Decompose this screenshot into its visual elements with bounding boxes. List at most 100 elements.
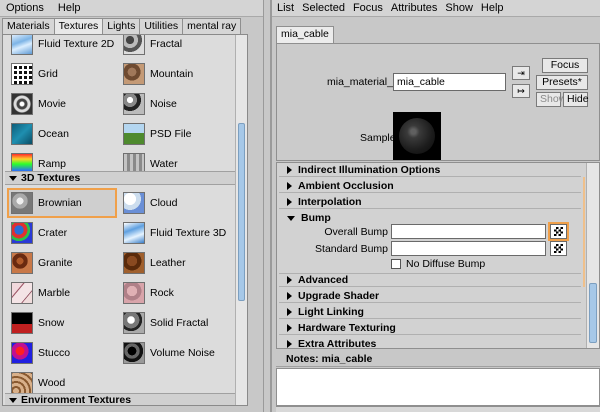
menu-selected[interactable]: Selected (302, 2, 345, 14)
tab-mia-cable[interactable]: mia_cable (276, 26, 334, 43)
section-bump[interactable]: Bump (279, 211, 581, 225)
texture-item-granite[interactable]: Granite (7, 248, 117, 278)
material-name-input[interactable] (393, 73, 506, 91)
texture-item-solidfractal[interactable]: Solid Fractal (119, 308, 229, 338)
texture-item-stucco[interactable]: Stucco (7, 338, 117, 368)
texture-item-noise[interactable]: Noise (119, 89, 229, 119)
left-menubar: Options Help (0, 0, 263, 17)
section-indirect-illumination[interactable]: Indirect Illumination Options (279, 163, 581, 177)
texture-item-fractal[interactable]: Fractal (119, 35, 229, 59)
presets-button[interactable]: Presets* (536, 75, 588, 90)
tab-materials[interactable]: Materials (2, 18, 55, 34)
menu-attributes[interactable]: Attributes (391, 2, 437, 14)
texture-item-leather[interactable]: Leather (119, 248, 229, 278)
texture-item-grid[interactable]: Grid (7, 59, 117, 89)
section-environment-label: Environment Textures (21, 394, 132, 406)
tab-utilities[interactable]: Utilities (139, 18, 184, 34)
overall-bump-field[interactable] (391, 224, 546, 239)
tab-textures[interactable]: Textures (53, 18, 104, 35)
grid-texture-icon (11, 63, 33, 85)
notes-textarea[interactable] (276, 368, 600, 406)
node-header: mia_material_x: ⇥ ↦ Focus Presets* Show … (276, 43, 600, 161)
texture-item-movie[interactable]: Movie (7, 89, 117, 119)
texture-item-marble[interactable]: Marble (7, 278, 117, 308)
attribute-editor-panel: List Selected Focus Attributes Show Help… (270, 0, 600, 412)
checker-map-icon (554, 227, 563, 236)
menu-help-right[interactable]: Help (481, 2, 504, 14)
standard-bump-field[interactable] (391, 241, 546, 256)
texture-item-label: Cloud (150, 197, 178, 209)
texture-item-label: Grid (38, 68, 58, 80)
texture-list[interactable]: Fluid Texture 2D Fractal Grid Mountain Movie… (2, 34, 248, 406)
texture-grid-3d: Brownian Cloud Crater Fluid Texture 3D Grani… (7, 188, 229, 398)
menu-help[interactable]: Help (58, 2, 81, 14)
section-interpolation[interactable]: Interpolation (279, 195, 581, 209)
section-label: Bump (301, 212, 331, 224)
section-environment-textures[interactable]: Environment Textures (5, 393, 245, 406)
no-diffuse-bump-checkbox[interactable] (391, 259, 401, 269)
section-extra-attributes[interactable]: Extra Attributes (279, 337, 581, 348)
texture-item-label: Noise (150, 98, 177, 110)
section-light-linking[interactable]: Light Linking (279, 305, 581, 319)
texture-item-rock[interactable]: Rock (119, 278, 229, 308)
attribute-scrollbar[interactable] (586, 163, 599, 348)
hide-button[interactable]: Hide (563, 92, 589, 107)
volnoise-texture-icon (123, 342, 145, 364)
attribute-scrollbar-thumb[interactable] (589, 283, 597, 343)
texture-item-psd[interactable]: PSD File (119, 119, 229, 149)
texture-item-fluid3d[interactable]: Fluid Texture 3D (119, 218, 229, 248)
overall-bump-map-button[interactable] (548, 222, 569, 241)
section-hardware-texturing[interactable]: Hardware Texturing (279, 321, 581, 335)
right-menubar: List Selected Focus Attributes Show Help (272, 0, 600, 17)
output-connections-icon[interactable]: ↦ (512, 84, 530, 98)
texture-item-label: Volume Noise (150, 347, 215, 359)
focus-button[interactable]: Focus (542, 58, 588, 73)
section-3d-label: 3D Textures (21, 172, 81, 184)
texture-item-ocean[interactable]: Ocean (7, 119, 117, 149)
tab-lights[interactable]: Lights (102, 18, 141, 34)
texture-item-label: Wood (38, 377, 66, 389)
material-type-label: mia_material_x: (327, 76, 402, 88)
input-connections-icon[interactable]: ⇥ (512, 66, 530, 80)
node-tabs: mia_cable (276, 26, 334, 43)
wood-texture-icon (11, 372, 33, 394)
material-sphere-icon (399, 118, 435, 154)
collapse-arrow-icon (287, 215, 295, 221)
texture-item-crater[interactable]: Crater (7, 218, 117, 248)
show-button[interactable]: Show (536, 92, 566, 107)
section-advanced[interactable]: Advanced (279, 273, 581, 287)
standard-bump-label: Standard Bump (315, 243, 388, 255)
menu-list[interactable]: List (277, 2, 294, 14)
section-ambient-occlusion[interactable]: Ambient Occlusion (279, 179, 581, 193)
texture-item-snow[interactable]: Snow (7, 308, 117, 338)
standard-bump-map-button[interactable] (550, 241, 567, 256)
no-diffuse-bump-label: No Diffuse Bump (406, 258, 486, 270)
menu-options[interactable]: Options (6, 2, 44, 14)
attribute-sections: Indirect Illumination Options Ambient Oc… (276, 162, 600, 349)
granite-texture-icon (11, 252, 33, 274)
expand-arrow-icon (287, 197, 292, 206)
section-3d-textures[interactable]: 3D Textures (5, 171, 245, 185)
collapse-arrow-icon (9, 175, 17, 181)
menu-show[interactable]: Show (445, 2, 473, 14)
section-label: Ambient Occlusion (298, 179, 394, 192)
texture-item-label: Mountain (150, 68, 194, 80)
notes-header: Notes: mia_cable (276, 353, 600, 367)
sample-label: Sample (360, 132, 396, 144)
left-scrollbar[interactable] (235, 35, 247, 405)
left-tabs: Materials Textures Lights Utilities ment… (2, 18, 242, 35)
texture-item-volnoise[interactable]: Volume Noise (119, 338, 229, 368)
fractal-texture-icon (123, 35, 145, 55)
expand-arrow-icon (287, 307, 292, 316)
texture-item-mountain[interactable]: Mountain (119, 59, 229, 89)
tab-mental-ray[interactable]: mental ray (182, 18, 242, 34)
texture-item-fluid2d[interactable]: Fluid Texture 2D (7, 35, 117, 59)
menu-focus[interactable]: Focus (353, 2, 383, 14)
texture-item-cloud[interactable]: Cloud (119, 188, 229, 218)
bottom-button-strip (276, 406, 600, 412)
left-scrollbar-thumb[interactable] (238, 123, 245, 301)
section-upgrade-shader[interactable]: Upgrade Shader (279, 289, 581, 303)
texture-item-brownian[interactable]: Brownian (7, 188, 117, 218)
texture-item-label: Fluid Texture 2D (38, 38, 115, 50)
texture-item-label: Fluid Texture 3D (150, 227, 227, 239)
